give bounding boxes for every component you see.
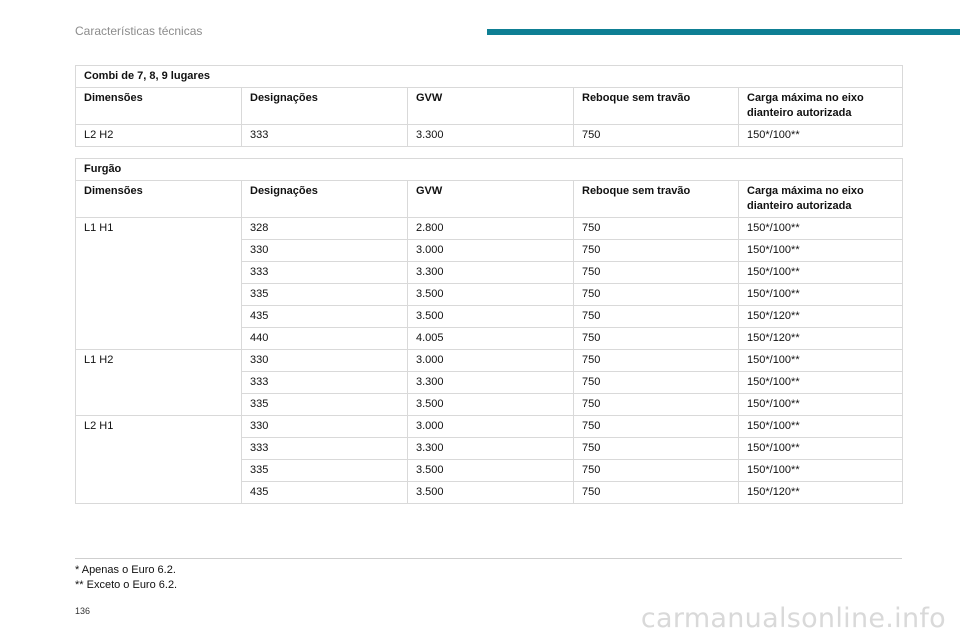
column-header: Dimensões <box>75 87 242 125</box>
table-row: L1 H1 328 2.800 750 150*/100** <box>75 217 904 350</box>
cell-tow: 750 <box>573 283 739 306</box>
column-header: GVW <box>407 180 574 218</box>
column-header: Carga máxima no eixo dianteiro autorizad… <box>737 87 904 125</box>
column-header: Carga máxima no eixo dianteiro autorizad… <box>737 180 904 218</box>
cell-gvw: 3.300 <box>407 437 574 460</box>
page-number: 136 <box>75 606 91 616</box>
cell-dimension: L2 H1 <box>75 415 242 504</box>
cell-des: 330 <box>241 239 408 262</box>
column-header: Designações <box>241 87 408 125</box>
table-section-title: Furgão <box>74 158 904 181</box>
table-header-row: Dimensões Designações GVW Reboque sem travã… <box>75 87 904 125</box>
cell-load: 150*/120** <box>737 327 904 350</box>
column-header: GVW <box>407 87 574 125</box>
cell-gvw: 3.500 <box>407 459 574 482</box>
cell-tow: 750 <box>573 349 739 372</box>
table-row: L2 H2 333 3.300 750 150*/100** <box>75 124 904 147</box>
cell-load: 150*/100** <box>737 124 904 147</box>
table-section-row: Furgão <box>74 158 904 181</box>
cell-tow: 750 <box>573 327 739 350</box>
cell-des: 435 <box>241 305 408 328</box>
table-header-row: Dimensões Designações GVW Reboque sem travã… <box>75 180 904 218</box>
cell-des: 333 <box>241 261 408 284</box>
footnote-2: ** Exceto o Euro 6.2. <box>75 579 178 591</box>
cell-dimension: L1 H2 <box>75 349 242 416</box>
cell-gvw: 3.500 <box>407 305 574 328</box>
footnote-1: * Apenas o Euro 6.2. <box>75 564 176 576</box>
cell-load: 150*/100** <box>737 371 904 394</box>
spec-table-combi: Combi de 7, 8, 9 lugares Dimensões Designa… <box>74 65 904 147</box>
cell-tow: 750 <box>573 261 739 284</box>
cell-load: 150*/120** <box>737 305 904 328</box>
cell-tow: 750 <box>573 437 739 460</box>
section-title: Características técnicas <box>75 24 203 38</box>
cell-gvw: 3.000 <box>407 239 574 262</box>
cell-dimension: L1 H1 <box>75 217 242 350</box>
cell-load: 150*/100** <box>737 217 904 240</box>
cell-gvw: 2.800 <box>407 217 574 240</box>
cell-gvw: 3.000 <box>407 415 574 438</box>
footnote-divider <box>75 558 902 559</box>
cell-gvw: 3.500 <box>407 393 574 416</box>
cell-tow: 750 <box>573 459 739 482</box>
cell-gvw: 3.300 <box>407 371 574 394</box>
cell-tow: 750 <box>573 415 739 438</box>
cell-des: 335 <box>241 393 408 416</box>
cell-tow: 750 <box>573 371 739 394</box>
cell-des: 335 <box>241 283 408 306</box>
cell-des: 333 <box>241 371 408 394</box>
cell-tow: 750 <box>573 393 739 416</box>
cell-load: 150*/100** <box>737 393 904 416</box>
cell-load: 150*/100** <box>737 261 904 284</box>
table-section-title: Combi de 7, 8, 9 lugares <box>74 65 904 88</box>
cell-des: 333 <box>241 124 408 147</box>
cell-load: 150*/100** <box>737 459 904 482</box>
cell-tow: 750 <box>573 124 739 147</box>
spec-table-furgao: Furgão Dimensões Designações GVW Reboque sem… <box>74 158 904 504</box>
cell-load: 150*/100** <box>737 349 904 372</box>
column-header: Designações <box>241 180 408 218</box>
cell-tow: 750 <box>573 481 739 504</box>
cell-des: 440 <box>241 327 408 350</box>
cell-load: 150*/100** <box>737 283 904 306</box>
cell-load: 150*/100** <box>737 415 904 438</box>
cell-des: 328 <box>241 217 408 240</box>
cell-dimension: L2 H2 <box>75 124 242 147</box>
table-section-row: Combi de 7, 8, 9 lugares <box>74 65 904 88</box>
cell-des: 435 <box>241 481 408 504</box>
cell-des: 330 <box>241 349 408 372</box>
cell-load: 150*/100** <box>737 239 904 262</box>
cell-load: 150*/120** <box>737 481 904 504</box>
column-header: Dimensões <box>75 180 242 218</box>
cell-tow: 750 <box>573 217 739 240</box>
cell-gvw: 3.300 <box>407 261 574 284</box>
watermark: carmanualsonline.info <box>640 603 946 634</box>
cell-des: 335 <box>241 459 408 482</box>
column-header: Reboque sem travão <box>573 87 739 125</box>
cell-des: 330 <box>241 415 408 438</box>
table-row: L2 H1 330 3.000 750 150*/100** <box>75 415 904 504</box>
column-header: Reboque sem travão <box>573 180 739 218</box>
cell-gvw: 3.000 <box>407 349 574 372</box>
header-accent-bar <box>487 29 960 35</box>
table-row: L1 H2 330 3.000 750 150*/100** <box>75 349 904 416</box>
footnotes: * Apenas o Euro 6.2. ** Exceto o Euro 6.… <box>75 563 177 593</box>
cell-des: 333 <box>241 437 408 460</box>
cell-tow: 750 <box>573 239 739 262</box>
cell-gvw: 3.500 <box>407 481 574 504</box>
cell-tow: 750 <box>573 305 739 328</box>
cell-load: 150*/100** <box>737 437 904 460</box>
cell-gvw: 3.500 <box>407 283 574 306</box>
cell-gvw: 3.300 <box>407 124 574 147</box>
cell-gvw: 4.005 <box>407 327 574 350</box>
